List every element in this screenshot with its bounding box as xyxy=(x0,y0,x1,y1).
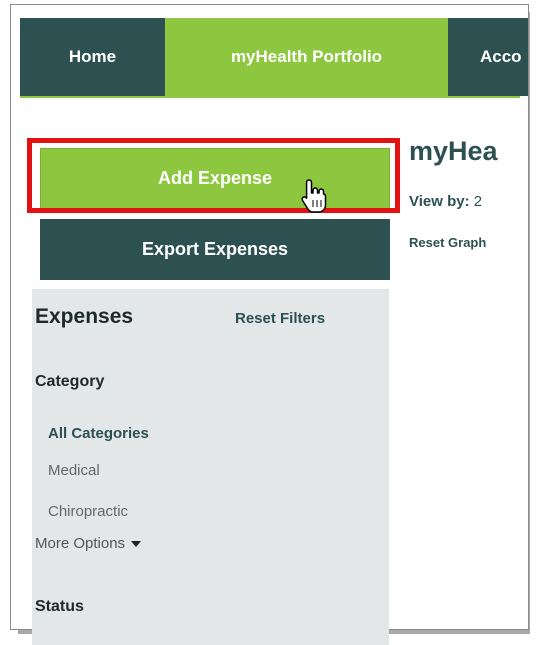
category-heading: Category xyxy=(35,373,105,390)
more-options-label: More Options xyxy=(35,535,126,552)
top-navigation: Home myHealth Portfolio Acco xyxy=(20,18,528,98)
highlight-box xyxy=(27,138,400,213)
category-item-medical[interactable]: Medical xyxy=(48,462,100,479)
category-item-all[interactable]: All Categories xyxy=(48,425,149,442)
hand-pointer-icon xyxy=(301,179,327,213)
view-by-value[interactable]: 2 xyxy=(474,193,482,210)
page-title: myHea xyxy=(409,136,498,166)
status-heading: Status xyxy=(35,598,84,615)
export-expenses-button[interactable]: Export Expenses xyxy=(40,219,390,280)
nav-home[interactable]: Home xyxy=(20,18,165,96)
view-by-label: View by: xyxy=(409,193,470,210)
category-item-chiropractic[interactable]: Chiropractic xyxy=(48,503,128,520)
caret-down-icon xyxy=(131,541,142,548)
reset-filters-link[interactable]: Reset Filters xyxy=(235,310,325,327)
more-options-toggle[interactable]: More Options xyxy=(35,535,142,552)
sidebar-heading: Expenses xyxy=(35,305,134,328)
reset-graph-link[interactable]: Reset Graph xyxy=(409,235,486,250)
nav-account[interactable]: Acco xyxy=(448,18,528,96)
nav-myhealth-portfolio[interactable]: myHealth Portfolio xyxy=(165,18,448,96)
view-by: View by: 2 xyxy=(409,193,482,210)
